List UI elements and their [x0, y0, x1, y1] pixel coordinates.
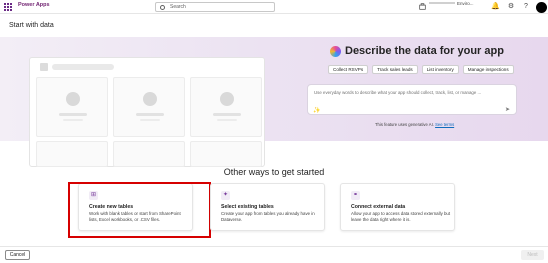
send-icon[interactable]: ➤	[505, 106, 510, 113]
hero-heading-text: Describe the data for your app	[345, 45, 504, 57]
hero-heading: Describe the data for your app	[330, 45, 504, 57]
card-title: Select existing tables	[221, 204, 274, 210]
environment-label-redacted	[429, 2, 455, 4]
search-placeholder: Search	[170, 4, 186, 10]
connect-external-data-card[interactable]: ⚭ Connect external data Allow your app t…	[340, 183, 455, 231]
prompt-placeholder: Use everyday words to describe what your…	[314, 90, 482, 95]
ai-disclaimer: This feature uses generative AI. See ter…	[375, 122, 454, 127]
preview-card	[36, 77, 108, 137]
avatar[interactable]	[536, 2, 547, 13]
gear-icon[interactable]: ⚙	[507, 3, 515, 11]
see-terms-link[interactable]: See terms	[435, 122, 454, 127]
environment-icon[interactable]	[419, 3, 426, 10]
footer-bar: Cancel Next	[0, 246, 548, 263]
app-preview-illustration	[29, 57, 265, 167]
preview-header	[52, 64, 114, 70]
preview-card	[190, 141, 262, 167]
cancel-button[interactable]: Cancel	[5, 250, 30, 260]
select-existing-tables-card[interactable]: ✦ Select existing tables Create your app…	[210, 183, 325, 231]
environment-name: Enviro...	[457, 1, 474, 6]
waffle-icon[interactable]	[4, 3, 12, 11]
environment-label[interactable]: Enviro...	[429, 1, 479, 10]
preview-card	[36, 141, 108, 167]
prompt-input[interactable]: Use everyday words to describe what your…	[307, 84, 517, 115]
other-ways-heading: Other ways to get started	[223, 167, 325, 177]
preview-card	[190, 77, 262, 137]
disclaimer-text: This feature uses generative AI.	[375, 122, 434, 127]
hero-banner: Describe the data for your app Collect R…	[0, 37, 548, 167]
help-icon[interactable]: ?	[522, 3, 530, 11]
copilot-icon	[330, 45, 341, 57]
preview-table-icon	[40, 63, 48, 71]
preview-card	[113, 141, 185, 167]
page-title: Start with data	[9, 22, 54, 29]
highlight-box	[68, 182, 211, 238]
top-bar: Power Apps Search Enviro... 🔔 ⚙ ?	[0, 0, 548, 14]
card-description: Create your app from tables you already …	[221, 211, 315, 222]
chip-collect-rsvps[interactable]: Collect RSVPs	[328, 65, 369, 74]
chip-track-sales-leads[interactable]: Track sales leads	[372, 65, 418, 74]
bell-icon[interactable]: 🔔	[491, 3, 500, 11]
sparkle-icon[interactable]: ✨	[313, 107, 320, 114]
dataverse-icon: ✦	[221, 191, 230, 200]
next-button[interactable]: Next	[521, 250, 544, 260]
app-name[interactable]: Power Apps	[18, 2, 50, 8]
search-icon	[160, 4, 165, 10]
card-title: Connect external data	[351, 204, 406, 210]
search-input[interactable]: Search	[155, 2, 275, 12]
chip-list-inventory[interactable]: List inventory	[421, 65, 459, 74]
suggestion-chips: Collect RSVPs Track sales leads List inv…	[328, 65, 518, 74]
preview-card	[113, 77, 185, 137]
card-description: Allow your app to access data stored ext…	[351, 211, 451, 222]
chip-manage-inspections[interactable]: Manage inspections	[462, 65, 514, 74]
connector-icon: ⚭	[351, 191, 360, 200]
